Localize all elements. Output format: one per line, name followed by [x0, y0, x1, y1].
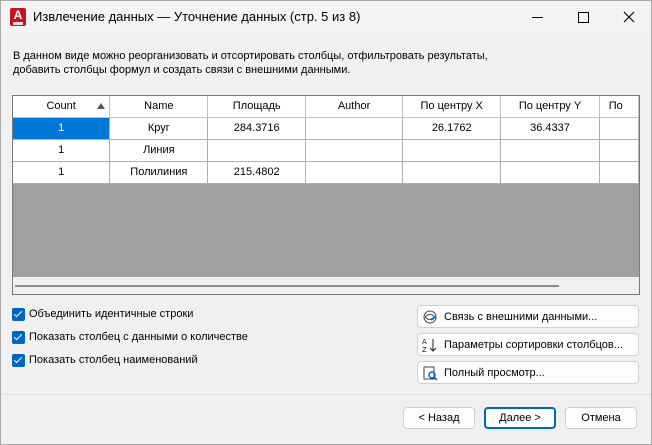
- minimize-icon: [531, 16, 543, 18]
- checkbox-checked-icon[interactable]: [12, 353, 25, 367]
- column-header-name[interactable]: Name: [109, 96, 209, 118]
- table-cell[interactable]: [305, 117, 404, 140]
- table-cell[interactable]: [402, 139, 502, 162]
- data-grid[interactable]: Count Name Площадь Author По центру X По…: [12, 95, 640, 295]
- table-cell[interactable]: 26.1762: [402, 117, 502, 140]
- autocad-app-icon: A: [10, 8, 26, 26]
- table-cell[interactable]: 1: [13, 139, 111, 162]
- combine-identical-rows-checkbox[interactable]: Объединить идентичные строки: [12, 306, 193, 322]
- footer-divider: [1, 394, 651, 395]
- sort-az-icon: AZ: [422, 337, 438, 353]
- description-line-1: В данном виде можно реорганизовать и отс…: [13, 50, 488, 62]
- horizontal-scrollbar[interactable]: [13, 277, 639, 294]
- column-header-author[interactable]: Author: [305, 96, 404, 118]
- cancel-button[interactable]: Отмена: [565, 407, 637, 429]
- column-header-area[interactable]: Площадь: [207, 96, 307, 118]
- column-header-center-z[interactable]: По: [599, 96, 639, 118]
- sort-columns-options-button[interactable]: AZ Параметры сортировки столбцов...: [417, 333, 639, 356]
- grid-header-row: Count Name Площадь Author По центру X По…: [13, 96, 639, 118]
- title-bar[interactable]: A Извлечение данных — Уточнение данных (…: [1, 1, 651, 33]
- column-header-center-y[interactable]: По центру Y: [500, 96, 600, 118]
- button-label: Связь с внешними данными...: [444, 310, 598, 323]
- table-cell[interactable]: 36.4337: [500, 117, 600, 140]
- data-extraction-dialog: A Извлечение данных — Уточнение данных (…: [0, 0, 652, 445]
- checkbox-label: Объединить идентичные строки: [29, 308, 194, 320]
- table-cell[interactable]: [402, 161, 502, 184]
- table-cell[interactable]: 1: [13, 161, 111, 184]
- table-cell[interactable]: [599, 139, 639, 162]
- svg-text:Z: Z: [422, 346, 427, 353]
- show-count-column-checkbox[interactable]: Показать столбец с данными о количестве: [12, 329, 248, 345]
- table-cell[interactable]: 1: [13, 117, 111, 140]
- table-row[interactable]: 1 Полилиния 215.4802: [13, 161, 639, 184]
- back-button[interactable]: < Назад: [403, 407, 475, 429]
- maximize-icon: [577, 11, 589, 23]
- scrollbar-thumb[interactable]: [15, 285, 559, 287]
- page-description: В данном виде можно реорганизовать и отс…: [13, 49, 488, 77]
- window-title: Извлечение данных — Уточнение данных (ст…: [33, 9, 361, 24]
- table-cell[interactable]: [207, 139, 307, 162]
- svg-text:A: A: [422, 338, 427, 346]
- checkbox-checked-icon[interactable]: [12, 307, 25, 321]
- table-cell[interactable]: [599, 117, 639, 140]
- table-cell[interactable]: [500, 161, 600, 184]
- column-header-count[interactable]: Count: [13, 96, 111, 118]
- table-cell[interactable]: Полилиния: [109, 161, 209, 184]
- link-external-data-button[interactable]: Связь с внешними данными...: [417, 305, 639, 328]
- show-name-column-checkbox[interactable]: Показать столбец наименований: [12, 352, 198, 368]
- next-button[interactable]: Далее >: [484, 407, 556, 429]
- table-cell[interactable]: [500, 139, 600, 162]
- checkbox-label: Показать столбец наименований: [29, 354, 198, 366]
- preview-icon: [422, 365, 438, 381]
- table-cell[interactable]: 215.4802: [207, 161, 307, 184]
- maximize-button[interactable]: [560, 1, 606, 33]
- table-cell[interactable]: Круг: [109, 117, 209, 140]
- table-cell[interactable]: [305, 139, 404, 162]
- button-label: Параметры сортировки столбцов...: [444, 338, 623, 351]
- table-cell[interactable]: Линия: [109, 139, 209, 162]
- sort-ascending-icon: [97, 103, 106, 109]
- minimize-button[interactable]: [514, 1, 560, 33]
- table-row[interactable]: 1 Линия: [13, 139, 639, 162]
- table-cell[interactable]: 284.3716: [207, 117, 307, 140]
- close-icon: [623, 11, 635, 23]
- full-preview-button[interactable]: Полный просмотр...: [417, 361, 639, 384]
- button-label: Полный просмотр...: [444, 366, 545, 379]
- app-icon-letter: A: [13, 8, 23, 22]
- checkbox-label: Показать столбец с данными о количестве: [29, 331, 248, 343]
- description-line-2: добавить столбцы формул и создать связи …: [13, 64, 351, 76]
- link-icon: [422, 309, 438, 325]
- table-row[interactable]: 1 Круг 284.3716 26.1762 36.4337: [13, 117, 639, 140]
- column-header-center-x[interactable]: По центру X: [402, 96, 502, 118]
- table-cell[interactable]: [305, 161, 404, 184]
- checkbox-checked-icon[interactable]: [12, 330, 25, 344]
- close-button[interactable]: [606, 1, 652, 33]
- table-cell[interactable]: [599, 161, 639, 184]
